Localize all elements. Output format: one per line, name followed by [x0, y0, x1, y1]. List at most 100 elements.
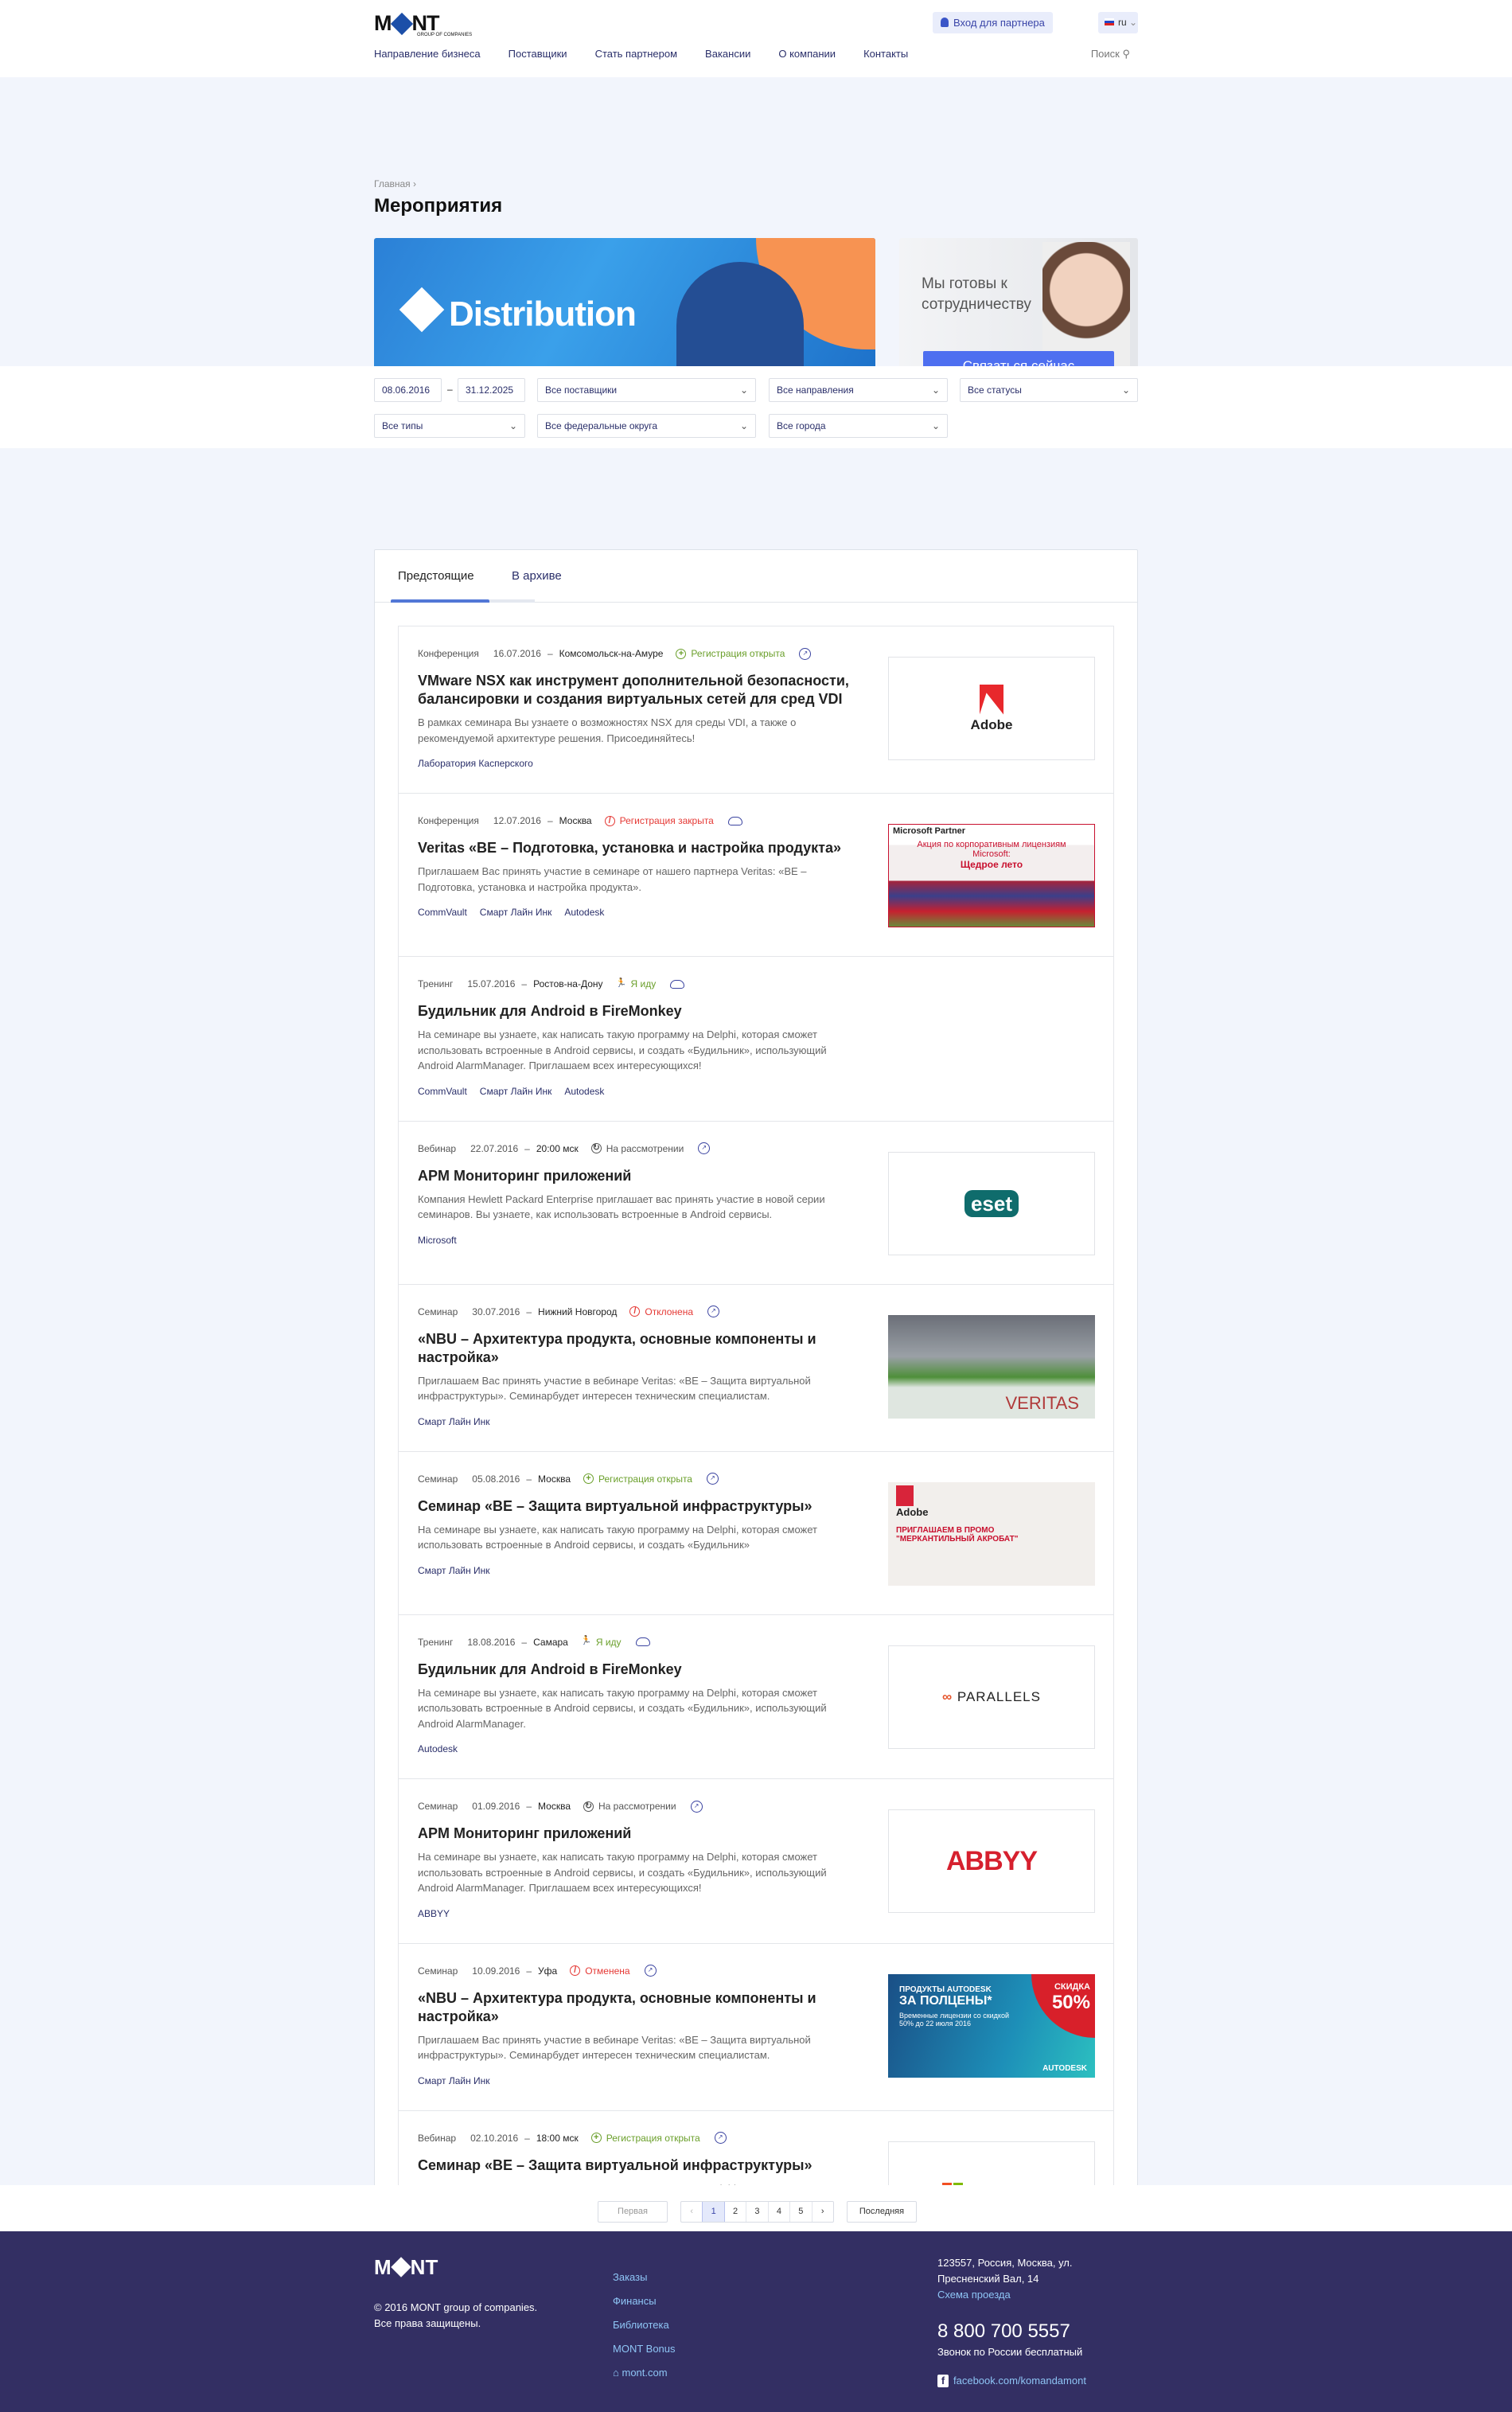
chevron-down-icon: ⌄	[509, 420, 517, 431]
event-tag-link[interactable]: Смарт Лайн Инк	[480, 907, 552, 918]
event-title[interactable]: VMware NSX как инструмент дополнительной…	[418, 672, 863, 708]
nav-contacts[interactable]: Контакты	[863, 48, 908, 60]
event-title[interactable]: «NBU – Архитектура продукта, основные ко…	[418, 1330, 863, 1367]
page-1[interactable]: 1	[702, 2202, 725, 2222]
cloud-icon[interactable]	[635, 1637, 650, 1646]
event-title[interactable]: Veritas «BE – Подготовка, установка и на…	[418, 839, 863, 857]
event-tag-link[interactable]: Microsoft	[418, 1235, 457, 1246]
add-to-calendar-icon[interactable]: ↗	[707, 1306, 720, 1317]
footer-link-orders[interactable]: Заказы	[613, 2266, 676, 2289]
prev-page-icon[interactable]: ‹	[681, 2202, 702, 2222]
event-tag-link[interactable]: Смарт Лайн Инк	[418, 1565, 490, 1576]
event-type: Вебинар	[418, 2132, 457, 2144]
event-city: Уфа	[538, 1965, 558, 1977]
nav-partner[interactable]: Стать партнером	[595, 48, 677, 60]
event-tag-link[interactable]: Смарт Лайн Инк	[418, 1416, 490, 1427]
event-tag-link[interactable]: ABBYY	[418, 1908, 450, 1919]
nav-jobs[interactable]: Вакансии	[705, 48, 750, 60]
page-4[interactable]: 4	[769, 2202, 791, 2222]
language-select[interactable]: ru ⌄	[1098, 12, 1138, 33]
event-date: 22.07.2016	[470, 1142, 519, 1154]
add-to-calendar-icon[interactable]: ↗	[690, 1800, 703, 1813]
event-date: 10.09.2016	[472, 1965, 520, 1977]
event-image-eset[interactable]: eset	[888, 1151, 1095, 1255]
nav-about[interactable]: О компании	[778, 48, 836, 60]
vendors-select[interactable]: Все поставщики ⌄	[537, 378, 756, 402]
date-to-input[interactable]: 31.12.2025	[458, 378, 525, 402]
cloud-icon[interactable]	[670, 979, 685, 989]
event-title[interactable]: APM Мониторинг приложений	[418, 1825, 863, 1843]
event-image-mspartner[interactable]: Microsoft Partner Акция по корпоративным …	[888, 824, 1095, 927]
nav-vendors[interactable]: Поставщики	[509, 48, 567, 60]
last-page-button[interactable]: Последняя	[847, 2201, 917, 2223]
mont-logo[interactable]: M NT GROUP OF COMPANIES	[374, 11, 472, 37]
types-select[interactable]: Все типы ⌄	[374, 414, 525, 438]
event-title[interactable]: «NBU – Архитектура продукта, основные ко…	[418, 1989, 863, 2026]
breadcrumb: Главная ›	[374, 178, 417, 189]
event-tag-link[interactable]: Autodesk	[418, 1743, 458, 1754]
breadcrumb-home[interactable]: Главная	[374, 178, 411, 189]
add-to-calendar-icon[interactable]: ↗	[706, 1473, 719, 1485]
map-link[interactable]: Схема проезда	[937, 2287, 1086, 2303]
event-city: 18:00 мск	[536, 2132, 579, 2144]
next-page-icon[interactable]: ›	[813, 2202, 833, 2222]
event-tag-link[interactable]: CommVault	[418, 907, 467, 918]
event-item: Конференция 12.07.2016– Москва / Регистра…	[399, 794, 1113, 957]
event-tag-link[interactable]: Autodesk	[564, 907, 604, 918]
directions-select[interactable]: Все направления ⌄	[769, 378, 948, 402]
add-to-calendar-icon[interactable]: ↗	[698, 1142, 711, 1154]
footer-link-site[interactable]: ⌂ mont.com	[613, 2361, 676, 2385]
footer-logo[interactable]: M NT	[374, 2255, 438, 2280]
event-image-adobepromo[interactable]: Adobe ПРИГЛАШАЕМ В ПРОМО "МЕРКАНТИЛЬНЫЙ АК…	[888, 1481, 1095, 1586]
event-status: ↻ На рассмотрении	[583, 1801, 676, 1812]
page-2[interactable]: 2	[725, 2202, 747, 2222]
event-image-veritas[interactable]: VERITAS	[888, 1314, 1095, 1419]
event-title[interactable]: Семинар «BE – Защита виртуальной инфраст…	[418, 1497, 863, 1516]
statuses-select[interactable]: Все статусы ⌄	[960, 378, 1138, 402]
home-icon: ⌂	[613, 2367, 619, 2379]
event-tag-link[interactable]: CommVault	[418, 1086, 467, 1097]
status-open-icon: +	[676, 648, 687, 659]
districts-select[interactable]: Все федеральные округа ⌄	[537, 414, 756, 438]
first-page-button[interactable]: Первая	[598, 2201, 668, 2223]
footer-link-bonus[interactable]: MONT Bonus	[613, 2337, 676, 2361]
tab-upcoming[interactable]: Предстоящие	[398, 569, 474, 583]
status-cancelled-icon: /	[570, 1965, 581, 1976]
event-date: 30.07.2016	[472, 1306, 520, 1317]
event-status: 🏃 Я иду	[615, 978, 657, 989]
event-item: Семинар 10.09.2016– Уфа / Отменена ↗ «NBU…	[399, 1944, 1113, 2111]
event-tag-link[interactable]: Смарт Лайн Инк	[418, 2075, 490, 2086]
page-3[interactable]: 3	[746, 2202, 769, 2222]
event-title[interactable]: APM Мониторинг приложений	[418, 1167, 863, 1185]
partner-login-button[interactable]: Вход для партнера	[933, 12, 1053, 33]
cities-select[interactable]: Все города ⌄	[769, 414, 948, 438]
event-description: Приглашаем Вас принять участие в вебинар…	[418, 1374, 811, 1403]
add-to-calendar-icon[interactable]: ↗	[644, 1965, 657, 1977]
event-title[interactable]: Будильник для Android в FireMonkey	[418, 1002, 863, 1021]
active-tab-indicator	[391, 599, 489, 603]
facebook-link[interactable]: f facebook.com/komandamont	[937, 2373, 1086, 2389]
footer-link-finance[interactable]: Финансы	[613, 2289, 676, 2313]
event-tag-link[interactable]: Лаборатория Касперского	[418, 758, 533, 769]
event-image-parallels[interactable]: ∞ PARALLELS	[888, 1645, 1095, 1749]
event-type: Конференция	[418, 815, 479, 826]
nav-business[interactable]: Направление бизнеса	[374, 48, 481, 60]
add-to-calendar-icon[interactable]: ↗	[799, 647, 812, 660]
search-button[interactable]: Поиск ⚲	[1091, 48, 1130, 60]
tab-archive[interactable]: В архиве	[512, 569, 562, 583]
date-from-input[interactable]: 08.06.2016	[374, 378, 442, 402]
event-image-adobe[interactable]: Adobe	[888, 657, 1095, 760]
event-tag-link[interactable]: Autodesk	[564, 1086, 604, 1097]
event-description: В рамках семинара Вы узнаете о возможнос…	[418, 716, 797, 744]
add-to-calendar-icon[interactable]: ↗	[714, 2132, 727, 2144]
event-image-abbyy[interactable]: ABBYY	[888, 1809, 1095, 1913]
event-title[interactable]: Семинар «BE – Защита виртуальной инфраст…	[418, 2156, 863, 2175]
event-title[interactable]: Будильник для Android в FireMonkey	[418, 1661, 863, 1679]
user-icon	[941, 18, 949, 27]
event-image-autodesk[interactable]: ПРОДУКТЫ AUTODESK ЗА ПОЛЦЕНЫ* Временные ли…	[888, 1973, 1095, 2078]
status-review-icon: ↻	[583, 1801, 594, 1812]
footer-link-library[interactable]: Библиотека	[613, 2313, 676, 2337]
page-5[interactable]: 5	[790, 2202, 813, 2222]
event-tag-link[interactable]: Смарт Лайн Инк	[480, 1086, 552, 1097]
cloud-icon[interactable]	[727, 816, 742, 825]
